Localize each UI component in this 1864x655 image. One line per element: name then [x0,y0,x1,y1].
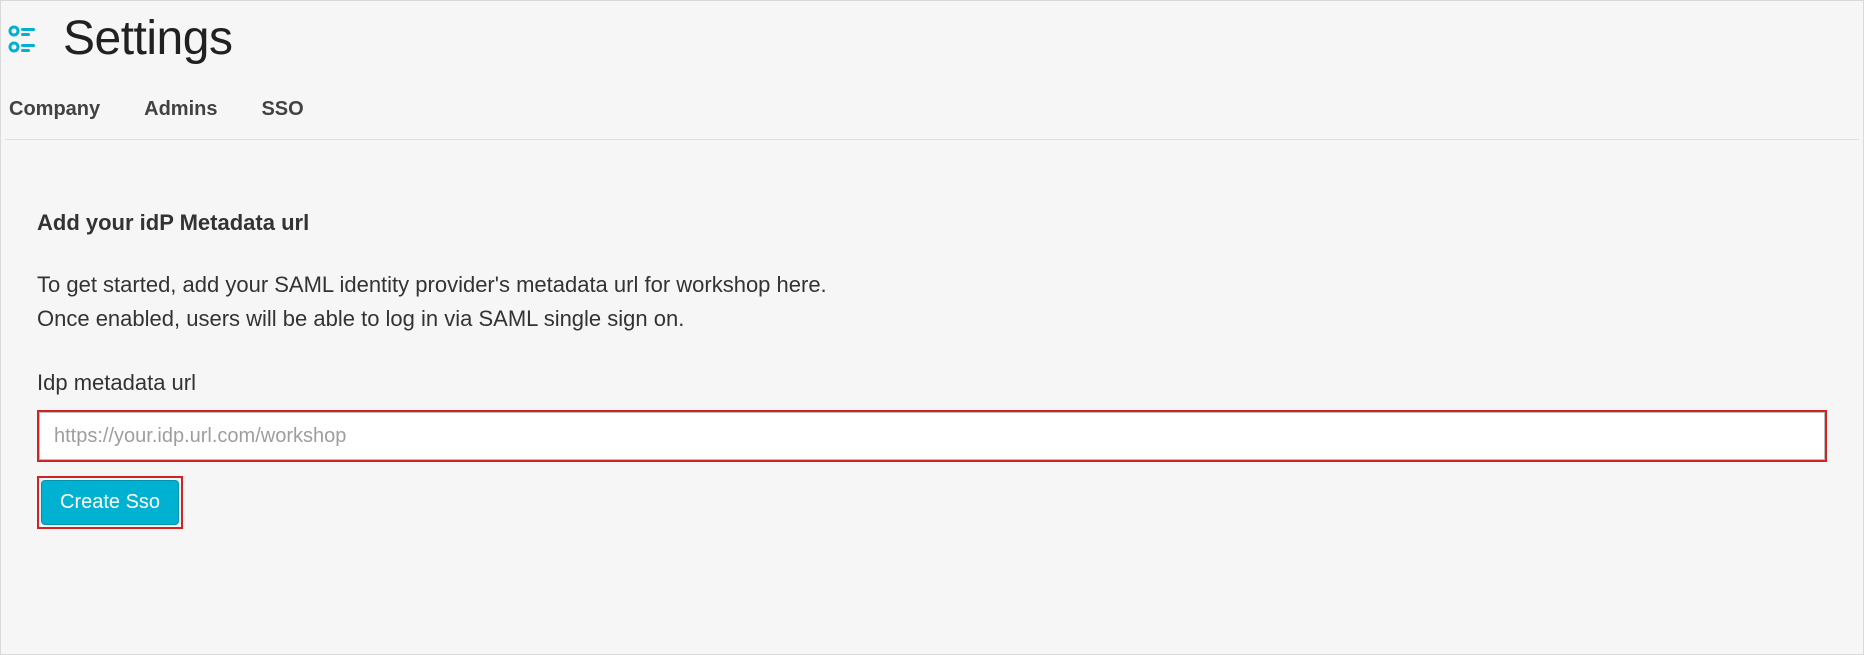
sso-description-line-2: Once enabled, users will be able to log … [37,302,1827,336]
settings-page: Settings Company Admins SSO Add your idP… [0,0,1864,655]
app-logo-icon [5,20,43,58]
tab-company[interactable]: Company [9,98,100,121]
tab-sso[interactable]: SSO [261,98,303,121]
page-header: Settings Company Admins SSO [1,1,1863,140]
create-sso-button-highlight: Create Sso [37,476,183,529]
sso-description-line-1: To get started, add your SAML identity p… [37,268,1827,302]
tab-admins[interactable]: Admins [144,98,217,121]
sso-heading: Add your idP Metadata url [37,210,1827,236]
page-title: Settings [63,11,232,66]
sso-panel: Add your idP Metadata url To get started… [1,140,1863,559]
idp-url-label: Idp metadata url [37,370,1827,396]
create-sso-button[interactable]: Create Sso [41,480,179,525]
settings-tabs: Company Admins SSO [5,66,1859,140]
idp-url-input-highlight [37,410,1827,462]
idp-metadata-url-input[interactable] [39,412,1825,460]
header-row: Settings [5,11,1859,66]
